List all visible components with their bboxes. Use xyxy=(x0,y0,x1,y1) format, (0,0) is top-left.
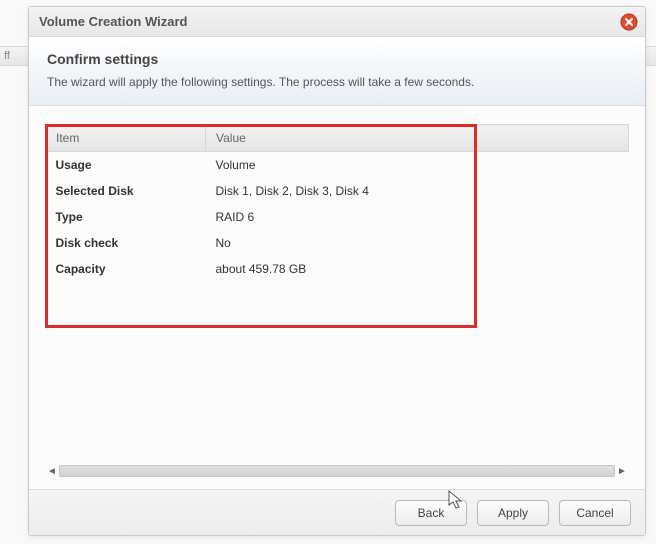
subtext: The wizard will apply the following sett… xyxy=(47,75,627,89)
settings-table: Item Value Usage Volume Selected Disk Di… xyxy=(45,124,629,282)
scroll-track[interactable] xyxy=(59,465,615,477)
scroll-right-arrow-icon[interactable]: ► xyxy=(615,464,629,478)
table-row: Selected Disk Disk 1, Disk 2, Disk 3, Di… xyxy=(46,178,629,204)
dialog-title: Volume Creation Wizard xyxy=(39,14,187,29)
table-row: Usage Volume xyxy=(46,152,629,179)
col-value: Value xyxy=(206,125,629,152)
footer: Back Apply Cancel xyxy=(29,489,645,535)
row-key: Capacity xyxy=(46,256,206,282)
row-value: Disk 1, Disk 2, Disk 3, Disk 4 xyxy=(206,178,629,204)
row-key: Selected Disk xyxy=(46,178,206,204)
col-item: Item xyxy=(46,125,206,152)
row-key: Disk check xyxy=(46,230,206,256)
row-key: Usage xyxy=(46,152,206,179)
scroll-left-arrow-icon[interactable]: ◄ xyxy=(45,464,59,478)
titlebar: Volume Creation Wizard xyxy=(29,7,645,37)
table-row: Capacity about 459.78 GB xyxy=(46,256,629,282)
table-row: Disk check No xyxy=(46,230,629,256)
row-value: Volume xyxy=(206,152,629,179)
headline: Confirm settings xyxy=(47,51,627,67)
horizontal-scrollbar[interactable]: ◄ ► xyxy=(45,463,629,479)
row-key: Type xyxy=(46,204,206,230)
row-value: No xyxy=(206,230,629,256)
cancel-button[interactable]: Cancel xyxy=(559,500,631,526)
wizard-dialog: Volume Creation Wizard Confirm settings … xyxy=(28,6,646,536)
content-area: Item Value Usage Volume Selected Disk Di… xyxy=(29,106,645,489)
table-row: Type RAID 6 xyxy=(46,204,629,230)
header-area: Confirm settings The wizard will apply t… xyxy=(29,37,645,106)
back-button[interactable]: Back xyxy=(395,500,467,526)
apply-button[interactable]: Apply xyxy=(477,500,549,526)
close-icon xyxy=(620,13,638,31)
row-value: RAID 6 xyxy=(206,204,629,230)
row-value: about 459.78 GB xyxy=(206,256,629,282)
background-text: ff xyxy=(4,50,10,62)
close-button[interactable] xyxy=(619,12,639,32)
